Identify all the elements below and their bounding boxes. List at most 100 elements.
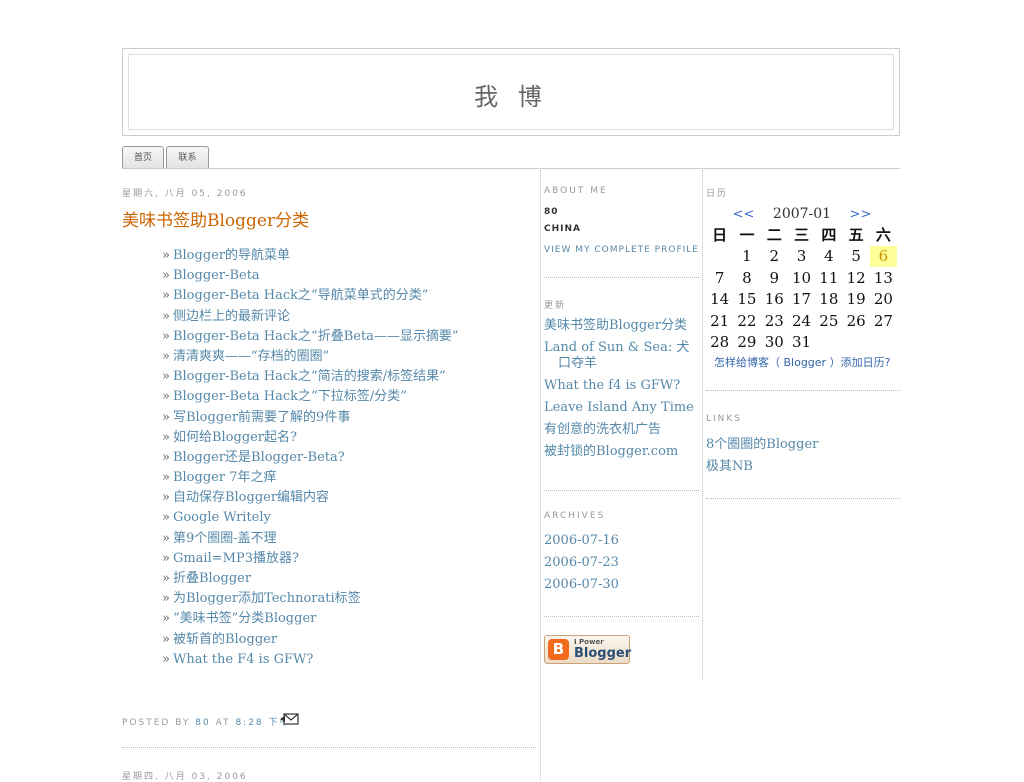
post-link-item: » Blogger 7年之痒 (162, 468, 459, 488)
bullet-arrow-icon: » (162, 510, 170, 526)
calendar-day[interactable]: 7 (706, 267, 733, 289)
post-link-item: » Google Writely (162, 508, 459, 528)
recent-post-link[interactable]: 有创意的洗衣机广告 (544, 422, 699, 438)
post-author-link[interactable]: 80 (195, 718, 210, 728)
calendar-day[interactable]: 19 (842, 289, 869, 311)
calendar-day[interactable]: 23 (761, 310, 788, 332)
about-heading: ABOUT ME (544, 186, 608, 196)
calendar-day[interactable]: 8 (733, 267, 760, 289)
post-link[interactable]: 写Blogger前需要了解的9件事 (173, 410, 350, 425)
calendar-day[interactable]: 17 (788, 289, 815, 311)
tab-contact[interactable]: 联系 (166, 146, 209, 168)
post-footer: POSTED BY 80 AT 8:28 下午 (122, 715, 291, 728)
post-link[interactable]: Blogger-Beta Hack之“折叠Beta——显示摘要” (173, 329, 459, 344)
post-link[interactable]: 如何给Blogger起名? (173, 430, 297, 445)
post-link-item: » 清清爽爽——“存档的圈圈” (162, 347, 459, 367)
post-link[interactable]: “美味书签”分类Blogger (173, 611, 316, 626)
calendar-day[interactable]: 13 (870, 267, 897, 289)
post-link[interactable]: 被斩首的Blogger (173, 632, 277, 647)
calendar-day[interactable]: 6 (869, 245, 898, 267)
tab-home[interactable]: 首页 (122, 146, 164, 168)
calendar-weekday: 四 (821, 226, 837, 245)
post-link[interactable]: 为Blogger添加Technorati标签 (173, 591, 361, 606)
calendar-day[interactable]: 21 (706, 310, 733, 332)
recent-post-link[interactable]: Leave Island Any Time (544, 400, 699, 416)
post-link-item: » Gmail=MP3播放器? (162, 549, 459, 569)
calendar-day[interactable]: 15 (733, 289, 760, 311)
bullet-arrow-icon: » (162, 308, 170, 324)
calendar-day[interactable]: 10 (788, 267, 815, 289)
post-title[interactable]: 美味书签助Blogger分类 (122, 206, 309, 231)
calendar-day[interactable]: 12 (842, 267, 869, 289)
post-link[interactable]: Blogger-Beta Hack之“简洁的搜索/标签结果” (173, 369, 446, 384)
post-link[interactable]: Gmail=MP3播放器? (173, 551, 299, 566)
sidebar-divider (544, 490, 699, 491)
bullet-arrow-icon: » (162, 248, 170, 263)
calendar-day[interactable]: 18 (815, 289, 842, 311)
calendar-day[interactable]: 1 (733, 246, 760, 268)
post-link[interactable]: 自动保存Blogger编辑内容 (173, 490, 329, 505)
calendar-day[interactable]: 24 (788, 310, 815, 332)
calendar-heading: 日历 (706, 189, 729, 199)
links-heading: LINKS (706, 414, 743, 424)
next-post-date: 星期四, 八月 03, 2006 (122, 772, 248, 782)
calendar-day[interactable]: 31 (788, 332, 815, 354)
calendar-day[interactable]: 30 (761, 332, 788, 354)
post-link[interactable]: 清清爽爽——“存档的圈圈” (173, 349, 329, 364)
calendar-day[interactable]: 5 (842, 246, 869, 268)
post-link-item: » Blogger-Beta Hack之“下拉标签/分类” (162, 387, 459, 407)
post-link[interactable]: 第9个圈圈-盖不理 (173, 531, 277, 546)
calendar-nav: << 2007-01 >> (706, 206, 898, 222)
calendar-day[interactable]: 25 (815, 310, 842, 332)
bullet-arrow-icon: » (162, 288, 170, 304)
archive-link[interactable]: 2006-07-23 (544, 552, 619, 574)
calendar-day[interactable]: 22 (733, 310, 760, 332)
post-link[interactable]: 侧边栏上的最新评论 (173, 309, 290, 324)
calendar-prev-link[interactable]: << (733, 207, 755, 222)
recent-post-link[interactable]: 美味书签助Blogger分类 (544, 318, 699, 334)
calendar-day[interactable]: 28 (706, 332, 733, 354)
bullet-arrow-icon: » (162, 530, 170, 546)
calendar-day[interactable]: 16 (761, 289, 788, 311)
email-post-icon[interactable] (280, 712, 300, 726)
calendar-day[interactable]: 14 (706, 289, 733, 311)
recent-post-link[interactable]: 被封锁的Blogger.com (544, 444, 699, 460)
calendar-day[interactable]: 29 (733, 332, 760, 354)
post-link[interactable]: Blogger的导航菜单 (173, 248, 290, 263)
post-link[interactable]: Blogger-Beta Hack之“下拉标签/分类” (173, 389, 407, 404)
calendar-day[interactable]: 20 (870, 289, 897, 311)
post-link[interactable]: What the F4 is GFW? (173, 652, 313, 667)
calendar-help-link[interactable]: 怎样给博客（ Blogger ）添加日历? (714, 354, 890, 370)
post-link[interactable]: Blogger还是Blogger-Beta? (173, 450, 345, 465)
post-link-list: » Blogger的导航菜单» Blogger-Beta» Blogger-Beta … (162, 246, 459, 670)
sidebar-link[interactable]: 8个圈圈的Blogger (706, 434, 818, 456)
archive-link[interactable]: 2006-07-16 (544, 530, 619, 552)
powered-by-blogger-badge[interactable]: B I Power Blogger (544, 635, 631, 664)
about-location: CHINA (544, 224, 581, 234)
blog-title[interactable]: 我 博 (129, 77, 893, 112)
post-link[interactable]: Blogger 7年之痒 (173, 470, 277, 485)
calendar-day[interactable]: 2 (761, 246, 788, 268)
column-divider-main (540, 170, 541, 780)
recent-post-link[interactable]: Land of Sun & Sea: 犬口夺羊 (544, 340, 699, 372)
calendar-day[interactable]: 9 (761, 267, 788, 289)
recent-post-link[interactable]: What the f4 is GFW? (544, 378, 699, 394)
calendar-day[interactable]: 11 (815, 267, 842, 289)
post-divider (122, 747, 536, 748)
view-profile-link[interactable]: VIEW MY COMPLETE PROFILE (544, 245, 699, 255)
post-link[interactable]: 折叠Blogger (173, 571, 251, 586)
post-link[interactable]: Blogger-Beta Hack之“导航菜单式的分类” (173, 288, 428, 303)
calendar-day[interactable]: 3 (788, 246, 815, 268)
post-link[interactable]: Blogger-Beta (173, 268, 260, 283)
calendar-day[interactable]: 26 (842, 310, 869, 332)
post-date: 星期六, 八月 05, 2006 (122, 189, 248, 199)
calendar-day[interactable]: 4 (815, 246, 842, 268)
posted-by-label: POSTED BY (122, 718, 191, 728)
bullet-arrow-icon: » (162, 470, 170, 486)
archive-link[interactable]: 2006-07-30 (544, 574, 619, 596)
post-link[interactable]: Google Writely (173, 510, 271, 525)
calendar-next-link[interactable]: >> (850, 207, 872, 222)
calendar-day[interactable]: 27 (870, 310, 897, 332)
recent-heading: 更新 (544, 301, 567, 311)
sidebar-link[interactable]: 极其NB (706, 456, 818, 478)
